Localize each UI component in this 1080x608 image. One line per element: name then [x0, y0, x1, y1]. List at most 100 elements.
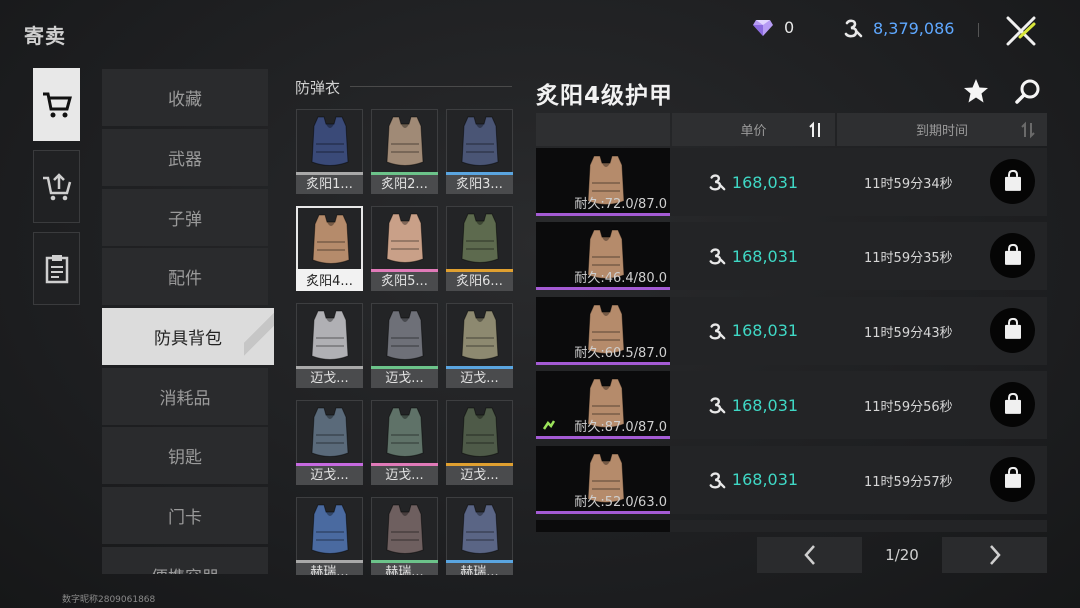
- grid-item[interactable]: 迈戈...: [371, 400, 438, 487]
- gold-amount: 8,379,086: [873, 18, 955, 38]
- buy-button[interactable]: [990, 233, 1035, 279]
- grid-item[interactable]: 炙阳1...: [296, 109, 363, 196]
- armor-vest-icon: [386, 407, 424, 457]
- durability-text: 耐久:60.5/87.0: [574, 345, 667, 361]
- gem-balance: 0: [752, 18, 794, 37]
- item-label: 炙阳4...: [296, 272, 363, 291]
- listing-time-cell: 11时59分34秒: [836, 148, 1047, 216]
- item-image: [371, 109, 438, 175]
- col-expire-header[interactable]: 到期时间: [837, 113, 1047, 146]
- listing-price-cell: 168,031: [670, 148, 836, 216]
- armor-vest-icon: [461, 504, 499, 554]
- category-consumables[interactable]: 消耗品: [102, 368, 268, 425]
- item-image: [296, 206, 363, 272]
- col-price-header[interactable]: 单价: [672, 113, 835, 146]
- item-image: [446, 400, 513, 466]
- gem-count: 0: [784, 18, 795, 37]
- grid-item[interactable]: 迈戈...: [446, 400, 513, 487]
- grid-item[interactable]: 赫瑞...: [296, 497, 363, 575]
- rarity-bar: [536, 361, 670, 365]
- listing-expire-time: 11时59分56秒: [864, 400, 953, 416]
- listing-expire-time: 11时59分57秒: [864, 474, 953, 490]
- coin-icon: [709, 323, 726, 340]
- item-image: [371, 206, 438, 272]
- tab-buy[interactable]: [33, 68, 80, 141]
- listing-price-cell: 168,031: [670, 222, 836, 291]
- clipboard-icon: [45, 254, 68, 283]
- listing-time-cell: 11时59分57秒: [836, 445, 1047, 514]
- durability-text: 耐久:52.0/63.0: [574, 494, 667, 510]
- item-image: [296, 303, 363, 369]
- cart-icon: [42, 92, 72, 117]
- listing-row: 耐久:60.5/87.0 168,031 11时59分43秒: [536, 296, 1047, 365]
- grid-item[interactable]: 迈戈...: [296, 303, 363, 390]
- search-button[interactable]: [1014, 78, 1042, 106]
- listing-time-cell: 11时59分56秒: [836, 371, 1047, 440]
- item-image: [371, 400, 438, 466]
- category-attachments[interactable]: 配件: [102, 248, 268, 305]
- star-icon: [964, 79, 988, 103]
- armor-vest-icon: [386, 213, 424, 263]
- item-label: 炙阳6...: [446, 272, 513, 291]
- grid-item[interactable]: 迈戈...: [371, 303, 438, 390]
- armor-vest-icon: [461, 116, 499, 166]
- next-page-button[interactable]: [942, 537, 1047, 573]
- listing-price-cell: 168,031: [670, 296, 836, 365]
- col-price-label: 单价: [740, 124, 767, 139]
- coin-icon: [709, 248, 726, 265]
- marker-icon: [542, 420, 556, 430]
- item-image: [371, 303, 438, 369]
- grid-item[interactable]: 炙阳3...: [446, 109, 513, 196]
- grid-item[interactable]: 赫瑞...: [371, 497, 438, 575]
- listing-thumbnail: 耐久:46.4/80.0: [536, 222, 670, 291]
- rarity-bar: [536, 510, 670, 514]
- sort-icon: [809, 121, 820, 137]
- listing-thumbnail: 耐久:60.5/87.0: [536, 296, 670, 365]
- watermark: 数字昵称2809061868: [62, 595, 156, 605]
- listing-time-cell: 11时59分43秒: [836, 296, 1047, 365]
- buy-button[interactable]: [990, 159, 1035, 204]
- grid-item[interactable]: 迈戈...: [296, 400, 363, 487]
- listing-price-cell: 168,031: [670, 371, 836, 440]
- category-keys[interactable]: 钥匙: [102, 427, 268, 484]
- tab-records[interactable]: [33, 232, 80, 305]
- category-containers[interactable]: 便携容器: [102, 547, 268, 574]
- grid-item[interactable]: 炙阳6...: [446, 206, 513, 293]
- tab-sell[interactable]: [33, 150, 80, 223]
- listing-price: 168,031: [731, 172, 799, 192]
- shopping-bag-icon: [1004, 243, 1021, 265]
- item-title: 炙阳4级护甲: [536, 83, 674, 109]
- col-item-header: [536, 113, 670, 146]
- category-keycards[interactable]: 门卡: [102, 487, 268, 544]
- grid-item[interactable]: 炙阳2...: [371, 109, 438, 196]
- category-favorites[interactable]: 收藏: [102, 69, 268, 126]
- listing-price: 168,031: [731, 470, 799, 490]
- item-image: [296, 497, 363, 563]
- cart-upload-icon: [42, 172, 71, 200]
- category-weapons[interactable]: 武器: [102, 129, 268, 186]
- grid-item[interactable]: 炙阳4...: [296, 206, 363, 293]
- listing-row: 耐久:52.0/63.0 168,031 11时59分57秒: [536, 445, 1047, 514]
- listing-thumbnail: 耐久:72.0/87.0: [536, 148, 670, 216]
- page-title: 寄卖: [24, 24, 66, 48]
- armor-vest-icon: [461, 213, 499, 263]
- diamond-icon: [753, 19, 773, 36]
- grid-item[interactable]: 赫瑞...: [446, 497, 513, 575]
- rarity-bar: [536, 213, 670, 216]
- category-ammo[interactable]: 子弹: [102, 189, 268, 246]
- gold-balance: 8,379,086: [843, 18, 954, 38]
- grid-item[interactable]: 迈戈...: [446, 303, 513, 390]
- favorite-button[interactable]: [963, 78, 989, 104]
- item-grid: 炙阳1... 炙阳2... 炙阳3... 炙阳4... 炙阳5... 炙阳6... 迈戈..…: [296, 109, 516, 575]
- buy-button[interactable]: [990, 456, 1035, 502]
- item-image: [446, 303, 513, 369]
- listing-row: 耐久:87.0/87.0 168,031 11时59分56秒: [536, 371, 1047, 440]
- armor-vest-icon: [311, 407, 349, 457]
- prev-page-button[interactable]: [757, 537, 862, 573]
- buy-button[interactable]: [990, 307, 1035, 353]
- close-button[interactable]: [1002, 12, 1040, 50]
- category-armor-bags[interactable]: 防具背包: [102, 308, 274, 365]
- chevron-right-icon: [989, 545, 1001, 565]
- buy-button[interactable]: [990, 382, 1035, 428]
- grid-item[interactable]: 炙阳5...: [371, 206, 438, 293]
